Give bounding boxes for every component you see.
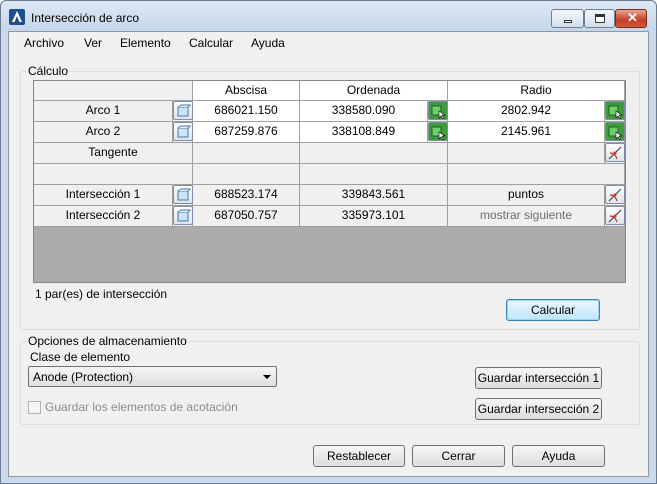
pick-element-interseccion-2-button[interactable]	[173, 206, 193, 225]
element-class-label: Clase de elemento	[30, 350, 131, 364]
ayuda-button[interactable]: Ayuda	[512, 445, 605, 467]
cell-tangente-radio	[448, 143, 605, 164]
pick-point-arco-2-button[interactable]	[428, 122, 448, 141]
restablecer-button[interactable]: Restablecer	[313, 445, 405, 467]
guardar-acotacion-checkbox[interactable]	[28, 401, 41, 414]
cell-arco-2-radio[interactable]: 2145.961	[448, 122, 605, 143]
pick-element-icon	[177, 188, 191, 201]
header-radio: Radio	[448, 81, 625, 101]
menu-ayuda[interactable]: Ayuda	[251, 36, 285, 50]
close-icon: ✕	[627, 10, 638, 25]
pick-cell	[428, 122, 448, 143]
cell-arco-1-radio[interactable]: 2802.942	[448, 101, 605, 122]
window-title: Intersección de arco	[31, 11, 140, 25]
row-label-blank	[34, 164, 193, 185]
calculo-group-label: Cálculo	[26, 64, 71, 78]
grid-corner	[34, 81, 193, 101]
cell-tangente-abscisa	[193, 143, 300, 164]
row-label-arco-2: Arco 2	[34, 122, 173, 143]
tangent-icon	[608, 188, 622, 202]
title-bar[interactable]: Intersección de arco ✕	[1, 1, 656, 31]
cell-interseccion-2-ordenada: 335973.101	[300, 206, 448, 227]
cell-blank-radio	[448, 164, 625, 185]
storage-group-label: Opciones de almacenamiento	[26, 334, 189, 348]
row-label-interseccion-2: Intersección 2	[34, 206, 173, 227]
pick-element-arco-2-button[interactable]	[173, 122, 193, 141]
row-label-tangente: Tangente	[34, 143, 193, 164]
close-button[interactable]: ✕	[615, 9, 647, 28]
pick-radius-arco-2-button[interactable]	[605, 122, 625, 141]
pick-cell	[173, 122, 193, 143]
pick-cell	[605, 122, 625, 143]
cell-interseccion-2-radio: mostrar siguiente	[448, 206, 605, 227]
pick-element-icon	[177, 209, 191, 222]
guardar-interseccion-1-button[interactable]: Guardar intersección 1	[475, 367, 602, 389]
pick-point-arco-1-button[interactable]	[428, 101, 448, 120]
pick-point-icon	[431, 105, 446, 119]
cell-interseccion-2-abscisa: 687050.757	[193, 206, 300, 227]
header-abscisa: Abscisa	[193, 81, 300, 101]
pick-element-interseccion-1-button[interactable]	[173, 185, 193, 204]
pick-element-icon	[177, 104, 191, 117]
cell-blank-ordenada	[300, 164, 448, 185]
pick-point-icon	[608, 105, 623, 119]
cell-interseccion-1-abscisa: 688523.174	[193, 185, 300, 206]
maximize-icon	[595, 14, 605, 23]
cell-interseccion-1-ordenada: 339843.561	[300, 185, 448, 206]
arc-grid: Abscisa Ordenada Radio Arco 1 686021.150…	[33, 80, 626, 283]
grid-empty-area	[34, 228, 625, 282]
menu-calcular[interactable]: Calcular	[189, 36, 233, 50]
calcular-button[interactable]: Calcular	[506, 299, 600, 321]
chevron-down-icon	[263, 375, 271, 379]
pick-cell	[428, 101, 448, 122]
show-points-button[interactable]	[605, 185, 625, 204]
app-logo-icon	[9, 9, 25, 25]
element-class-value: Anode (Protection)	[33, 370, 134, 384]
maximize-button[interactable]	[584, 9, 615, 28]
cell-tangente-ordenada	[300, 143, 448, 164]
cerrar-button[interactable]: Cerrar	[412, 445, 505, 467]
show-next-button[interactable]	[605, 206, 625, 225]
minimize-button[interactable]	[551, 9, 584, 28]
cell-arco-1-ordenada[interactable]: 338580.090	[300, 101, 428, 122]
pick-cell	[605, 206, 625, 227]
pick-radius-arco-1-button[interactable]	[605, 101, 625, 120]
dialog-client: Archivo Ver Elemento Calcular Ayuda Cálc…	[8, 31, 649, 477]
tangent-button[interactable]	[605, 143, 625, 162]
pick-element-arco-1-button[interactable]	[173, 101, 193, 120]
element-class-select[interactable]: Anode (Protection)	[28, 366, 277, 387]
pick-point-icon	[608, 126, 623, 140]
menu-elemento[interactable]: Elemento	[120, 36, 171, 50]
cell-interseccion-1-radio: puntos	[448, 185, 605, 206]
pick-element-icon	[177, 125, 191, 138]
tangent-icon	[608, 209, 622, 223]
cell-blank-abscisa	[193, 164, 300, 185]
pick-cell	[605, 101, 625, 122]
pick-cell	[173, 206, 193, 227]
row-label-interseccion-1: Intersección 1	[34, 185, 173, 206]
row-label-arco-1: Arco 1	[34, 101, 173, 122]
guardar-interseccion-2-button[interactable]: Guardar intersección 2	[475, 398, 602, 420]
cell-arco-2-ordenada[interactable]: 338108.849	[300, 122, 428, 143]
cell-arco-2-abscisa[interactable]: 687259.876	[193, 122, 300, 143]
pick-cell	[605, 185, 625, 206]
header-ordenada: Ordenada	[300, 81, 448, 101]
minimize-icon	[564, 20, 572, 23]
cell-arco-1-abscisa[interactable]: 686021.150	[193, 101, 300, 122]
menu-archivo[interactable]: Archivo	[24, 36, 64, 50]
tangent-icon	[608, 146, 622, 160]
dialog-window: Intersección de arco ✕ Archivo Ver Eleme…	[0, 0, 657, 484]
pick-cell	[605, 143, 625, 164]
menu-bar: Archivo Ver Elemento Calcular Ayuda	[9, 32, 648, 54]
guardar-acotacion-label: Guardar los elementos de acotación	[45, 400, 238, 414]
pick-cell	[173, 101, 193, 122]
menu-ver[interactable]: Ver	[84, 36, 102, 50]
pick-point-icon	[431, 126, 446, 140]
pick-cell	[173, 185, 193, 206]
intersection-count-status: 1 par(es) de intersección	[35, 287, 168, 301]
